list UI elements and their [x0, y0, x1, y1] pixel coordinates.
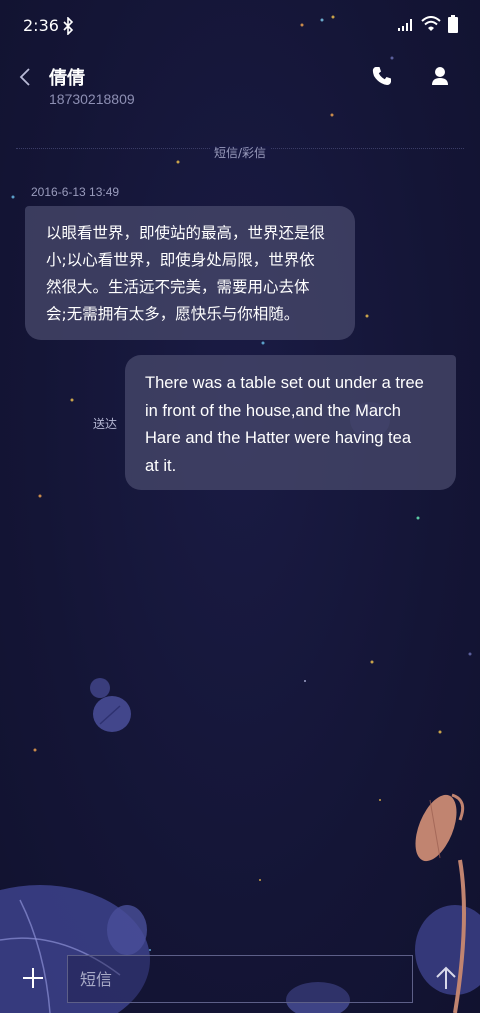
wifi-icon — [421, 16, 441, 31]
incoming-message-bubble[interactable]: 以眼看世界，即使站的最高，世界还是很 小;以心看世界，即使身处局限，世界依 然很… — [25, 206, 355, 340]
message-input[interactable] — [67, 955, 413, 1003]
message-line: 然很大。生活远不完美，需要用心去体 — [46, 278, 310, 296]
outgoing-message-bubble[interactable]: There was a table set out under a tree i… — [125, 355, 456, 490]
channel-divider: 短信/彩信 — [0, 142, 480, 161]
contact-phone-number: 18730218809 — [49, 91, 135, 107]
status-bar: 2:36 — [0, 0, 480, 52]
message-timestamp: 2016-6-13 13:49 — [31, 185, 120, 199]
contact-person-icon[interactable] — [431, 66, 449, 86]
send-icon[interactable] — [435, 966, 457, 990]
call-icon[interactable] — [372, 66, 392, 86]
signal-icon — [398, 19, 412, 31]
conversation-header: 倩倩 18730218809 — [0, 52, 480, 122]
message-line: 小;以心看世界，即使身处局限，世界依 — [46, 251, 315, 269]
bluetooth-icon — [63, 17, 74, 35]
add-icon[interactable] — [22, 967, 44, 989]
delivery-status: 送达 — [93, 417, 118, 431]
channel-label: 短信/彩信 — [209, 146, 271, 160]
message-line: There was a table set out under a tree — [145, 374, 424, 392]
back-icon[interactable] — [18, 67, 34, 87]
battery-icon — [448, 15, 458, 33]
message-line: Hare and the Hatter were having tea — [145, 429, 411, 447]
message-line: 以眼看世界，即使站的最高，世界还是很 — [46, 224, 326, 242]
message-line: at it. — [145, 456, 177, 475]
message-line: in front of the house,and the March — [145, 401, 401, 420]
status-time: 2:36 — [23, 16, 59, 35]
message-composer — [0, 942, 480, 1013]
contact-name[interactable]: 倩倩 — [49, 64, 85, 90]
message-line: 会;无需拥有太多，愿快乐与你相随。 — [46, 305, 300, 323]
